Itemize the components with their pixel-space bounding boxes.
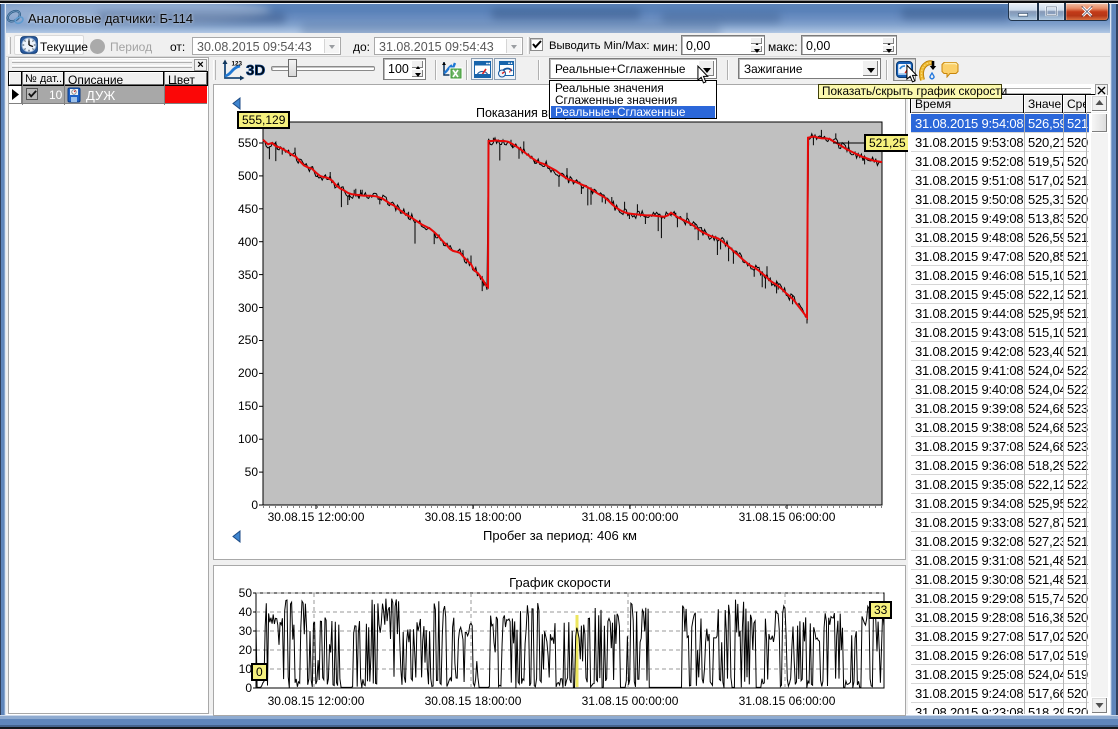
svg-text:150: 150 <box>238 399 258 413</box>
svg-text:31.08.15 00:00:00: 31.08.15 00:00:00 <box>582 694 679 708</box>
svg-text:450: 450 <box>238 202 258 216</box>
svg-text:250: 250 <box>238 333 258 347</box>
svg-text:400: 400 <box>238 235 258 249</box>
svg-text:20: 20 <box>239 643 253 657</box>
svg-text:200: 200 <box>238 366 258 380</box>
svg-text:50: 50 <box>239 586 253 600</box>
svg-text:0: 0 <box>245 681 252 695</box>
svg-text:Пробег за период: 406 км: Пробег за период: 406 км <box>483 528 637 543</box>
svg-text:550: 550 <box>238 136 258 150</box>
svg-text:40: 40 <box>239 605 253 619</box>
svg-text:0: 0 <box>251 498 258 512</box>
svg-text:500: 500 <box>238 169 258 183</box>
svg-text:31.08.15 06:00:00: 31.08.15 06:00:00 <box>739 694 836 708</box>
svg-text:30.08.15 18:00:00: 30.08.15 18:00:00 <box>425 694 522 708</box>
svg-text:31.08.15 00:00:00: 31.08.15 00:00:00 <box>582 510 679 524</box>
svg-text:30: 30 <box>239 624 253 638</box>
svg-text:30.08.15 18:00:00: 30.08.15 18:00:00 <box>425 510 522 524</box>
svg-text:350: 350 <box>238 268 258 282</box>
svg-text:30.08.15 12:00:00: 30.08.15 12:00:00 <box>268 694 365 708</box>
svg-text:123: 123 <box>232 61 243 68</box>
svg-text:3D: 3D <box>246 62 265 79</box>
svg-text:30.08.15 12:00:00: 30.08.15 12:00:00 <box>268 510 365 524</box>
svg-text:50: 50 <box>245 465 259 479</box>
svg-text:График скорости: График скорости <box>509 575 611 590</box>
svg-text:300: 300 <box>238 301 258 315</box>
svg-text:100: 100 <box>238 432 258 446</box>
svg-text:31.08.15 06:00:00: 31.08.15 06:00:00 <box>739 510 836 524</box>
